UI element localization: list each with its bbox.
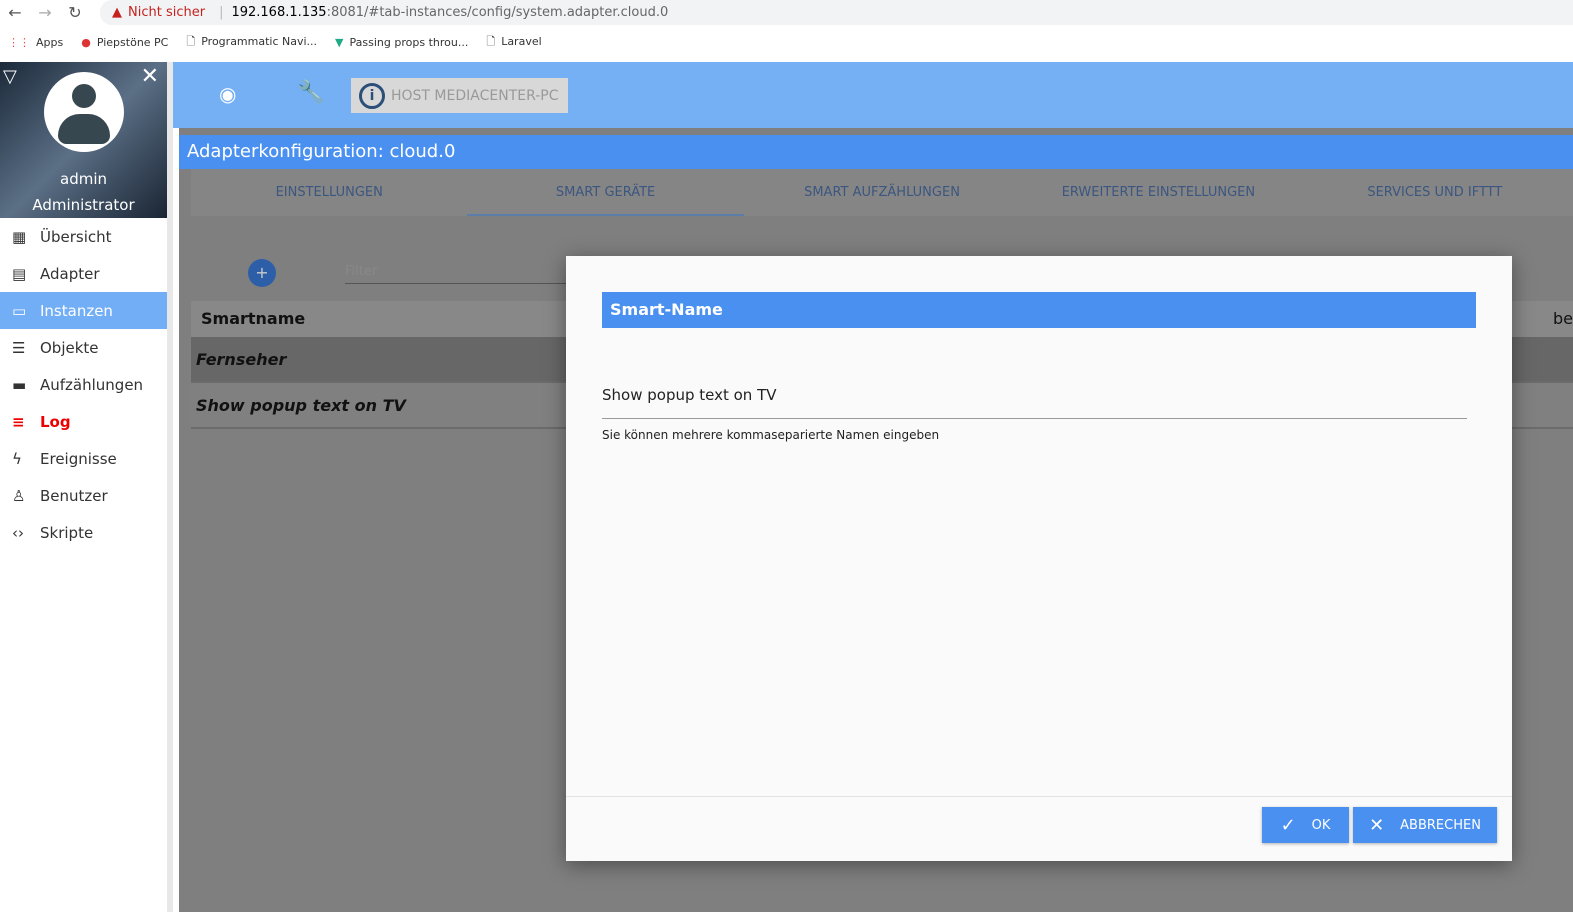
- sidebar-item-benutzer[interactable]: ♙ Benutzer: [0, 477, 167, 514]
- smart-name-dialog: Smart-Name Show popup text on TV Sie kön…: [566, 256, 1512, 861]
- cancel-button[interactable]: ✕ ABBRECHEN: [1353, 807, 1497, 843]
- sidebar-item-uebersicht[interactable]: ▦ Übersicht: [0, 218, 167, 255]
- list-icon: ☰: [12, 338, 26, 357]
- ok-label: OK: [1311, 817, 1331, 833]
- vue-icon: ▼: [335, 35, 344, 49]
- bookmark-label: Apps: [36, 35, 64, 49]
- filter-input[interactable]: Filter: [345, 264, 575, 284]
- sidebar-item-label: Aufzählungen: [40, 375, 144, 394]
- user-icon: ♙: [12, 486, 26, 505]
- address-bar[interactable]: ▲ Nicht sicher | 192.168.1.135:8081/#tab…: [100, 0, 1573, 25]
- tab-erweiterte-einstellungen[interactable]: ERWEITERTE EINSTELLUNGEN: [1020, 169, 1296, 216]
- column-header: be: [1553, 309, 1573, 328]
- helper-text: Sie können mehrere kommaseparierte Namen…: [602, 428, 940, 442]
- tab-smart-geraete[interactable]: SMART GERÄTE: [467, 169, 744, 216]
- triangle-down-icon[interactable]: ▽: [3, 66, 17, 87]
- apps-icon: ⋮⋮: [8, 35, 30, 49]
- tab-services-ifttt[interactable]: SERVICES UND IFTTT: [1297, 169, 1573, 216]
- profile-panel: ▽ ✕ admin Administrator: [0, 62, 167, 218]
- host-label: HOST MEDIACENTER-PC: [391, 87, 559, 104]
- bookmarks-bar: ⋮⋮ Apps ● Piepstöne PC 🗋 Programmatic Navi.…: [0, 28, 542, 56]
- avatar: [44, 72, 124, 152]
- sidebar-item-label: Ereignisse: [40, 449, 117, 468]
- reload-icon[interactable]: ↻: [60, 3, 90, 22]
- log-icon: ≡: [12, 412, 25, 431]
- bookmark-label: Programmatic Navi...: [201, 34, 318, 48]
- bookmark-label: Laravel: [501, 34, 542, 48]
- sidebar-item-adapter[interactable]: ▤ Adapter: [0, 255, 167, 292]
- sidebar-item-objekte[interactable]: ☰ Objekte: [0, 329, 167, 366]
- cancel-label: ABBRECHEN: [1400, 817, 1481, 833]
- wrench-icon[interactable]: 🔧: [297, 80, 324, 105]
- url-host: 192.168.1.135: [231, 5, 327, 20]
- globe-icon: ●: [81, 35, 91, 49]
- grid-icon: ▦: [12, 227, 27, 246]
- user-name: admin: [60, 170, 107, 188]
- ok-button[interactable]: ✓ OK: [1262, 807, 1349, 843]
- column-header: Smartname: [201, 309, 306, 328]
- host-button[interactable]: i HOST MEDIACENTER-PC: [351, 78, 568, 113]
- bookmark[interactable]: 🗋 Programmatic Navi...: [186, 33, 317, 52]
- sidebar-item-instanzen[interactable]: ▭ Instanzen: [0, 292, 167, 329]
- page-icon: 🗋: [486, 34, 496, 48]
- sidebar-item-label: Log: [40, 412, 71, 431]
- sidebar-item-aufzaehlungen[interactable]: ▬ Aufzählungen: [0, 366, 167, 403]
- bookmark-label: Piepstöne PC: [96, 35, 169, 49]
- sidebar-item-label: Instanzen: [40, 301, 113, 320]
- tab-smart-aufzaehlungen[interactable]: SMART AUFZÄHLUNGEN: [744, 169, 1020, 216]
- sidebar-item-skripte[interactable]: ‹› Skripte: [0, 514, 167, 551]
- sidebar-item-label: Adapter: [40, 264, 100, 283]
- iobroker-logo-icon: i: [359, 82, 385, 109]
- sidebar-item-label: Skripte: [40, 523, 94, 542]
- bookmark[interactable]: ▼ Passing props throu...: [335, 36, 468, 49]
- check-icon: ✓: [1280, 814, 1296, 836]
- close-icon[interactable]: ✕: [141, 64, 159, 89]
- bookmark-label: Passing props throu...: [349, 35, 469, 49]
- dialog-title: Smart-Name: [602, 292, 1476, 328]
- back-icon[interactable]: ←: [0, 3, 30, 22]
- enum-icon: ▬: [12, 375, 27, 394]
- page-icon: 🗋: [186, 34, 196, 48]
- config-tabs: EINSTELLUNGEN SMART GERÄTE SMART AUFZÄHL…: [191, 169, 1573, 216]
- bolt-icon: ϟ: [12, 449, 22, 468]
- top-toolbar: ◉ 🔧 i HOST MEDIACENTER-PC: [173, 62, 1573, 128]
- sidebar-item-ereignisse[interactable]: ϟ Ereignisse: [0, 440, 167, 477]
- divider: [566, 796, 1512, 797]
- smart-name-input[interactable]: Show popup text on TV: [602, 386, 1467, 419]
- sidebar-item-label: Übersicht: [40, 227, 112, 246]
- bookmark-apps[interactable]: ⋮⋮ Apps: [8, 36, 63, 49]
- store-icon: ▤: [12, 264, 27, 283]
- bookmark[interactable]: 🗋 Laravel: [486, 33, 541, 52]
- security-label: Nicht sicher: [128, 5, 206, 20]
- browser-toolbar: ← → ↻ ▲ Nicht sicher | 192.168.1.135:808…: [0, 0, 1573, 25]
- code-icon: ‹›: [12, 523, 24, 542]
- divider: |: [219, 5, 224, 20]
- instances-icon: ▭: [12, 301, 27, 320]
- forward-icon[interactable]: →: [30, 3, 60, 22]
- bookmark[interactable]: ● Piepstöne PC: [81, 36, 168, 49]
- user-role: Administrator: [32, 196, 135, 214]
- sidebar-item-label: Benutzer: [40, 486, 108, 505]
- sidebar: ▽ ✕ admin Administrator ▦ Übersicht ▤ Adap…: [0, 62, 173, 912]
- url-path: :8081/#tab-instances/config/system.adapt…: [326, 5, 669, 20]
- page-title: Adapterkonfiguration: cloud.0: [179, 135, 1573, 169]
- add-button[interactable]: +: [248, 259, 276, 287]
- eye-icon[interactable]: ◉: [219, 82, 236, 106]
- tab-einstellungen[interactable]: EINSTELLUNGEN: [191, 169, 467, 216]
- close-icon: ✕: [1369, 814, 1385, 836]
- warning-icon: ▲: [112, 5, 122, 20]
- sidebar-item-log[interactable]: ≡ Log: [0, 403, 167, 440]
- sidebar-item-label: Objekte: [40, 338, 99, 357]
